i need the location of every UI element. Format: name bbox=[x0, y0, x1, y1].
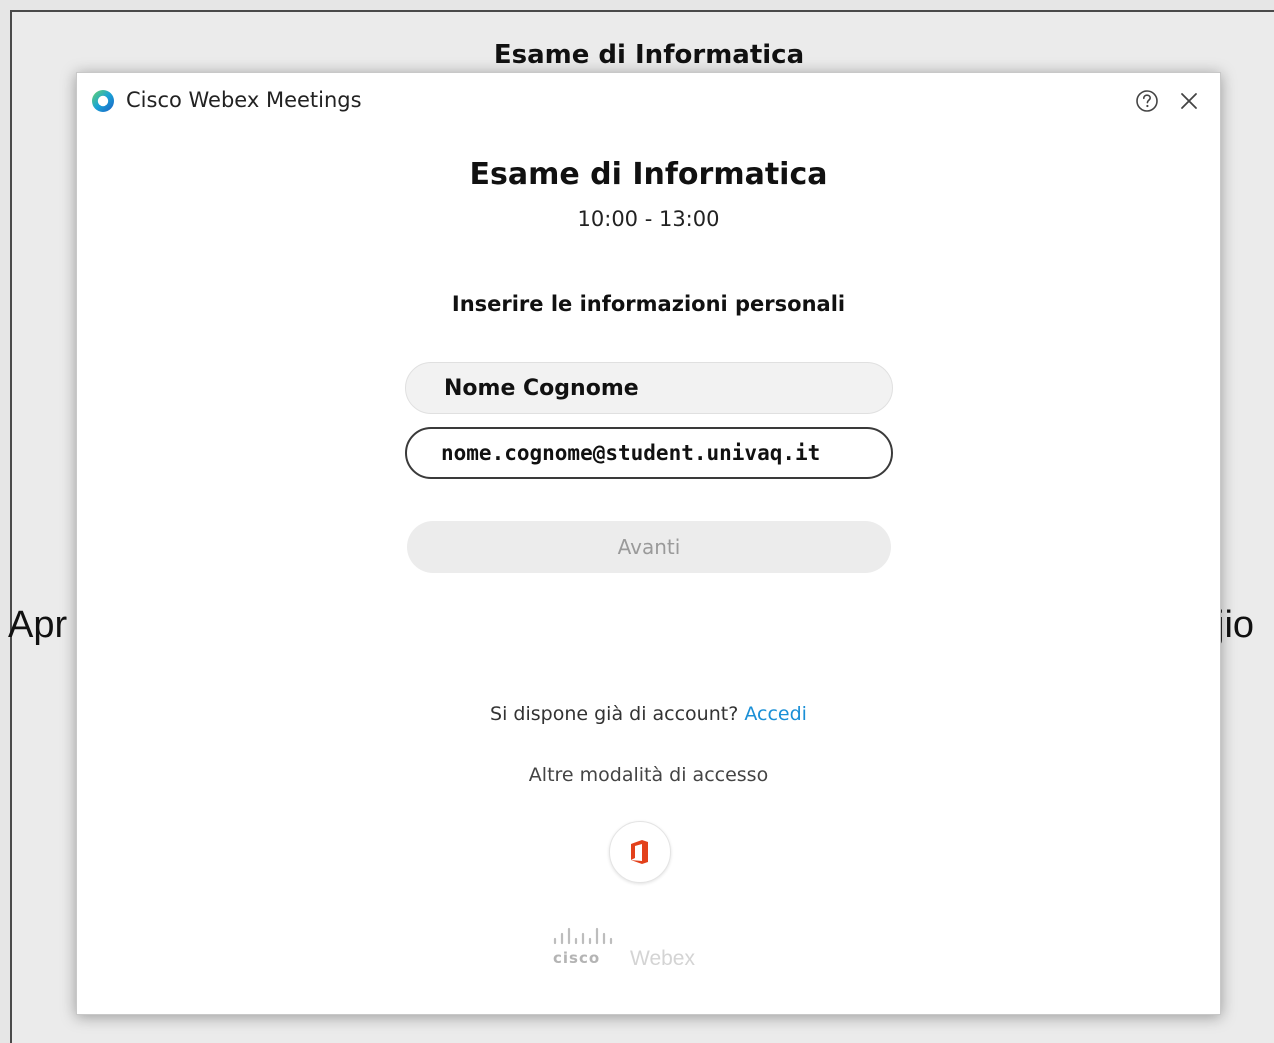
email-input[interactable] bbox=[405, 427, 893, 479]
signin-link[interactable]: Accedi bbox=[744, 703, 807, 725]
help-icon bbox=[1136, 90, 1158, 112]
cisco-wordmark: cisco bbox=[553, 949, 601, 967]
close-icon bbox=[1181, 93, 1197, 109]
title-bar: Cisco Webex Meetings bbox=[77, 73, 1220, 129]
name-input[interactable] bbox=[405, 362, 893, 414]
close-button[interactable] bbox=[1175, 87, 1203, 115]
webex-wordmark: Webex bbox=[630, 947, 695, 970]
account-prompt-row: Si dispone già di account? Accedi bbox=[77, 703, 1220, 725]
webex-logo-icon bbox=[92, 90, 114, 112]
webex-join-dialog: Cisco Webex Meetings Esame di Informatic… bbox=[76, 72, 1221, 1015]
office365-signin-button[interactable] bbox=[609, 821, 671, 883]
office-icon bbox=[631, 840, 648, 864]
background-text-left: Apr bbox=[8, 604, 68, 646]
next-button[interactable]: Avanti bbox=[407, 521, 891, 573]
form-heading: Inserire le informazioni personali bbox=[451, 292, 846, 316]
cisco-webex-logo: cisco Webex bbox=[545, 925, 725, 975]
account-prompt-text: Si dispone già di account? bbox=[490, 703, 739, 725]
cisco-bars-icon bbox=[553, 927, 613, 945]
alternative-access-label: Altre modalità di accesso bbox=[528, 764, 769, 786]
background-text-right: jio bbox=[1216, 604, 1255, 646]
background-title: Esame di Informatica bbox=[493, 40, 805, 70]
app-title: Cisco Webex Meetings bbox=[126, 88, 362, 112]
meeting-time: 10:00 - 13:00 bbox=[577, 207, 720, 231]
help-button[interactable] bbox=[1133, 87, 1161, 115]
meeting-title: Esame di Informatica bbox=[469, 157, 828, 192]
